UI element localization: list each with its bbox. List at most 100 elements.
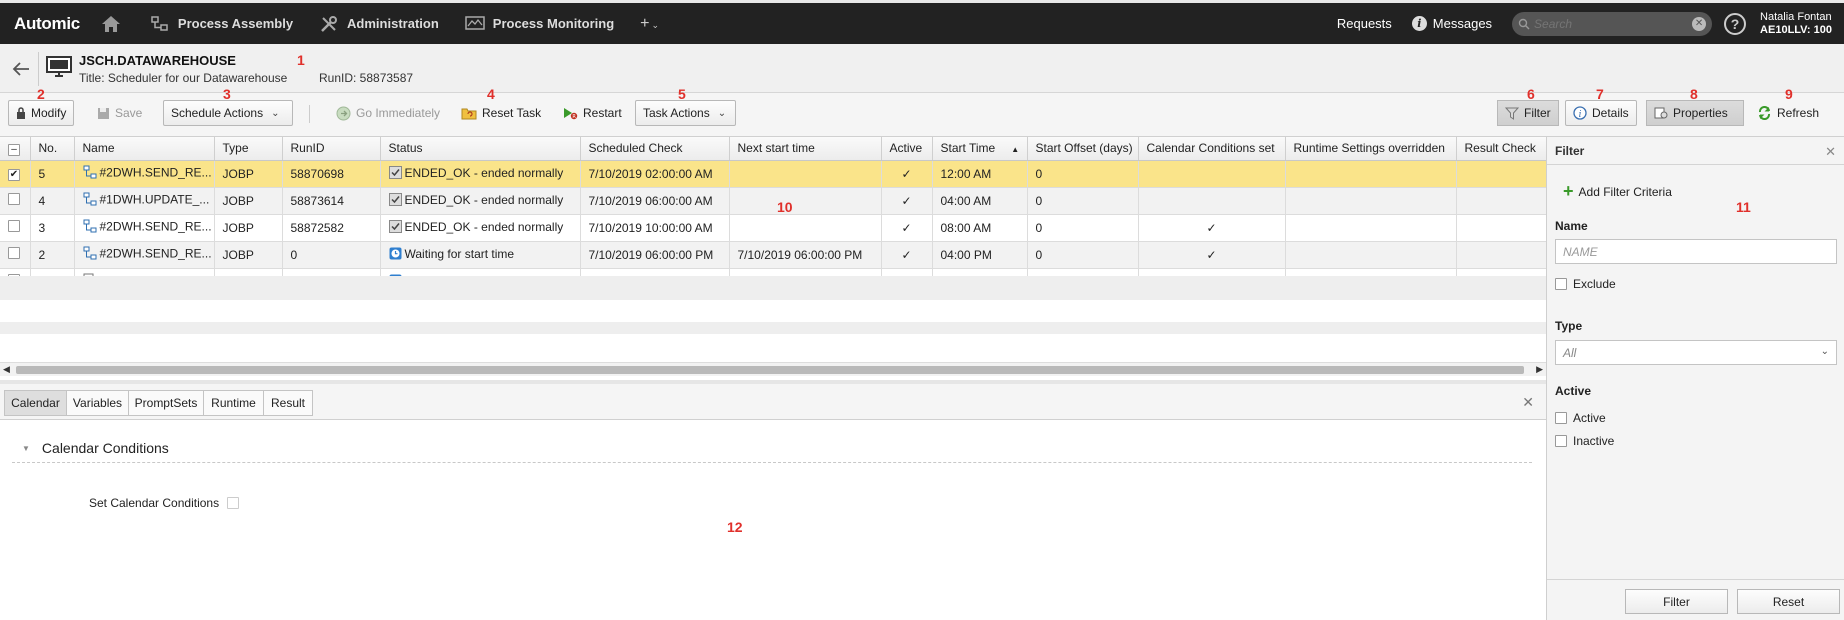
row-select-cell[interactable]: ✔ bbox=[0, 160, 31, 188]
object-title: Title: Scheduler for our Datawarehouse bbox=[79, 71, 288, 85]
scrollbar-thumb[interactable] bbox=[16, 366, 1524, 374]
back-arrow-icon[interactable] bbox=[10, 58, 32, 80]
active-option[interactable]: Active bbox=[1555, 411, 1606, 425]
column-header[interactable]: Active bbox=[881, 137, 933, 161]
status-ok-icon bbox=[388, 192, 402, 209]
horizontal-scrollbar[interactable]: ◀ ▶ bbox=[0, 362, 1546, 376]
column-header[interactable]: Status bbox=[380, 137, 581, 161]
select-all-header[interactable]: – bbox=[0, 137, 31, 161]
column-header[interactable]: Scheduled Check bbox=[580, 137, 730, 161]
sort-ascending-icon: ▲ bbox=[1011, 145, 1020, 155]
section-divider bbox=[12, 462, 1532, 463]
row-checkbox[interactable] bbox=[8, 247, 20, 259]
cell-no: 2 bbox=[30, 241, 75, 269]
column-header[interactable]: Type bbox=[214, 137, 283, 161]
go-immediately-button[interactable]: Go Immediately bbox=[329, 100, 447, 126]
nav-administration[interactable]: Administration bbox=[319, 15, 439, 33]
column-header-sorted[interactable]: Start Time ▲ bbox=[932, 137, 1028, 161]
help-icon[interactable]: ? bbox=[1724, 12, 1747, 35]
home-icon[interactable] bbox=[98, 13, 124, 35]
row-checkbox[interactable]: ✔ bbox=[8, 168, 20, 181]
column-header[interactable]: No. bbox=[30, 137, 75, 161]
filter-panel-title: Filter bbox=[1555, 143, 1585, 158]
exclude-option[interactable]: Exclude bbox=[1555, 277, 1616, 291]
folder-reset-icon bbox=[461, 107, 477, 120]
cell-runtime-overridden bbox=[1285, 160, 1457, 188]
cell-active: ✓ bbox=[881, 214, 933, 242]
cell-name[interactable]: #2DWH.SEND_RE... bbox=[74, 160, 215, 188]
column-header[interactable]: RunID bbox=[282, 137, 381, 161]
refresh-label: Refresh bbox=[1777, 106, 1820, 120]
column-header[interactable]: Result Check bbox=[1456, 137, 1546, 161]
exclude-checkbox[interactable] bbox=[1555, 278, 1567, 290]
column-header[interactable]: Next start time bbox=[729, 137, 882, 161]
name-filter-input[interactable]: NAME bbox=[1555, 239, 1837, 264]
messages-link[interactable]: i Messages bbox=[1411, 16, 1492, 31]
close-icon[interactable]: ✕ bbox=[1522, 394, 1534, 411]
cell-name-text: #1DWH.UPDATE_... bbox=[99, 192, 210, 207]
save-button[interactable]: Save bbox=[90, 100, 149, 126]
cell-name[interactable]: #1DWH.UPDATE_... bbox=[74, 187, 215, 215]
reset-filter-button[interactable]: Reset bbox=[1737, 589, 1840, 614]
row-select-cell[interactable] bbox=[0, 214, 31, 242]
tab-result[interactable]: Result bbox=[263, 390, 313, 416]
active-checkbox[interactable] bbox=[1555, 412, 1567, 424]
row-select-cell[interactable] bbox=[0, 241, 31, 269]
calendar-section-header[interactable]: ▼ Calendar Conditions bbox=[22, 440, 169, 456]
cell-start-offset: 0 bbox=[1027, 160, 1139, 188]
add-filter-criteria-button[interactable]: + Add Filter Criteria bbox=[1563, 181, 1672, 202]
cell-name[interactable]: #2DWH.SEND_RE... bbox=[74, 241, 215, 269]
select-all-checkbox[interactable]: – bbox=[8, 143, 20, 156]
task-actions-dropdown[interactable]: Task Actions ⌄ bbox=[635, 100, 736, 126]
table-row[interactable]: ✔ 5 #2DWH.SEND_RE... JOBP 58870698 ENDED_OK -… bbox=[0, 160, 1546, 188]
tab-promptsets[interactable]: PromptSets bbox=[128, 390, 204, 416]
cell-no: 5 bbox=[30, 160, 75, 188]
annotation-number: 6 bbox=[1527, 86, 1535, 102]
column-header[interactable]: Calendar Conditions set bbox=[1138, 137, 1286, 161]
close-icon[interactable]: ✕ bbox=[1825, 144, 1836, 160]
table-row[interactable]: 2 #2DWH.SEND_RE... JOBP 0 Waiting for start … bbox=[0, 241, 1546, 269]
add-tab-button[interactable]: + ⌄ bbox=[640, 15, 659, 33]
inactive-checkbox[interactable] bbox=[1555, 435, 1567, 447]
column-header[interactable]: Start Offset (days) bbox=[1027, 137, 1139, 161]
row-checkbox[interactable] bbox=[8, 193, 20, 205]
type-select[interactable]: All ⌄ bbox=[1555, 340, 1837, 365]
cell-name[interactable]: #2DWH.SEND_RE... bbox=[74, 214, 215, 242]
table-row[interactable]: 3 #2DWH.SEND_RE... JOBP 58872582 ENDED_OK - … bbox=[0, 214, 1546, 242]
grid-empty-area bbox=[0, 300, 1546, 322]
filter-toggle-button[interactable]: Filter bbox=[1497, 100, 1559, 126]
row-select-cell[interactable] bbox=[0, 187, 31, 215]
cell-active: ✓ bbox=[881, 160, 933, 188]
table-row[interactable]: 4 #1DWH.UPDATE_... JOBP 58873614 ENDED_OK - … bbox=[0, 187, 1546, 215]
refresh-button[interactable]: Refresh bbox=[1750, 100, 1826, 126]
row-checkbox[interactable] bbox=[8, 220, 20, 232]
workflow-icon bbox=[83, 246, 97, 263]
modify-button[interactable]: Modify bbox=[8, 100, 75, 126]
nav-process-monitoring[interactable]: Process Monitoring bbox=[465, 15, 614, 33]
column-header[interactable]: Name bbox=[74, 137, 215, 161]
clear-search-icon[interactable]: ✕ bbox=[1692, 16, 1707, 31]
brand-logo[interactable]: Automic bbox=[14, 14, 80, 34]
info-icon: i bbox=[1411, 16, 1427, 31]
scroll-right-icon[interactable]: ▶ bbox=[1536, 364, 1543, 375]
inactive-option[interactable]: Inactive bbox=[1555, 434, 1614, 448]
user-menu[interactable]: Natalia Fontan AE10LLV: 100 bbox=[1760, 11, 1832, 37]
search-input[interactable] bbox=[1534, 16, 1693, 31]
search-box[interactable]: ✕ bbox=[1512, 11, 1713, 36]
restart-button[interactable]: R Restart bbox=[555, 100, 629, 126]
details-button[interactable]: i Details bbox=[1565, 100, 1637, 126]
requests-link[interactable]: Requests bbox=[1337, 16, 1392, 31]
set-calendar-conditions-checkbox[interactable] bbox=[227, 497, 240, 509]
tab-variables[interactable]: Variables bbox=[66, 390, 129, 416]
nav-process-assembly[interactable]: Process Assembly bbox=[150, 15, 293, 33]
scroll-left-icon[interactable]: ◀ bbox=[3, 364, 10, 375]
column-header[interactable]: Runtime Settings overridden bbox=[1285, 137, 1457, 161]
reset-task-button[interactable]: Reset Task bbox=[454, 100, 548, 126]
properties-button[interactable]: Properties bbox=[1646, 100, 1744, 126]
apply-filter-button[interactable]: Filter bbox=[1625, 589, 1728, 614]
schedule-actions-dropdown[interactable]: Schedule Actions ⌄ bbox=[163, 100, 293, 126]
tab-runtime[interactable]: Runtime bbox=[203, 390, 264, 416]
filter-toggle-label: Filter bbox=[1524, 106, 1551, 120]
go-immediately-label: Go Immediately bbox=[356, 106, 441, 120]
tab-calendar[interactable]: Calendar bbox=[4, 390, 67, 416]
